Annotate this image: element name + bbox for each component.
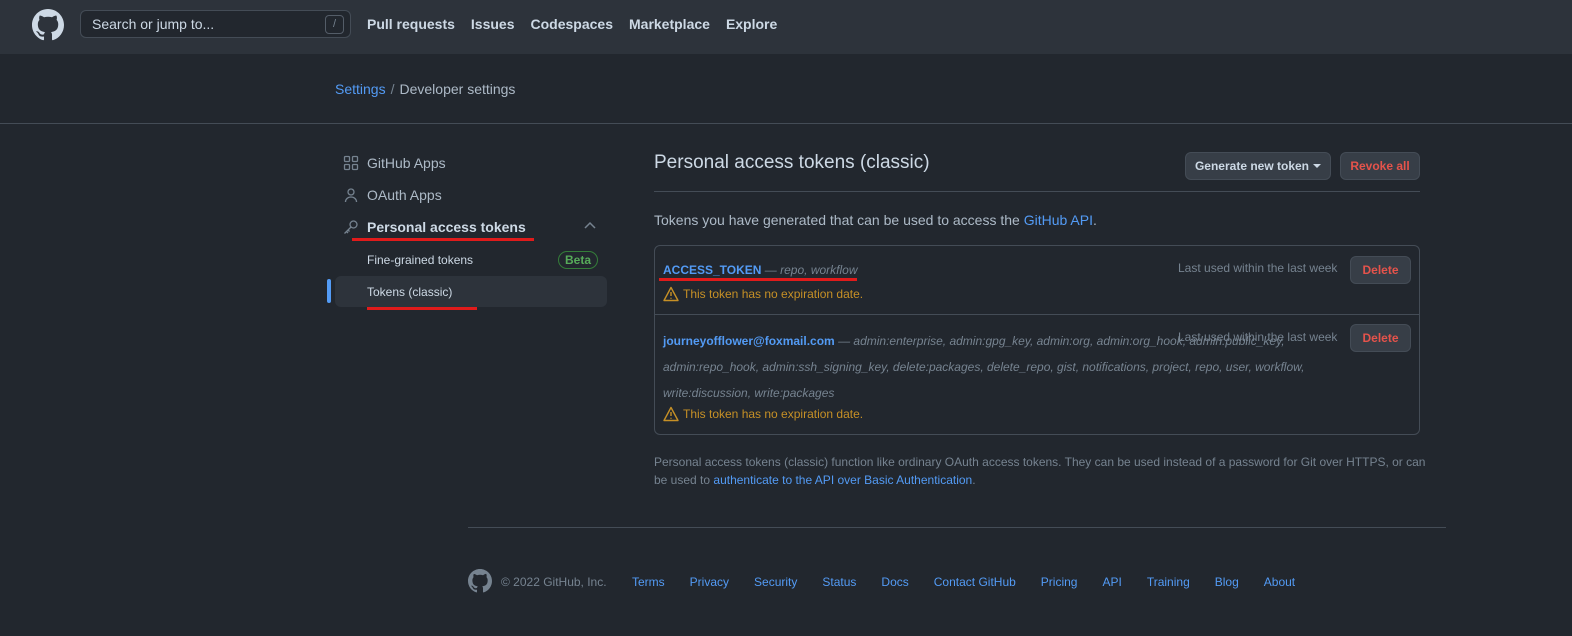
alert-icon bbox=[663, 286, 679, 302]
footnote-end: . bbox=[972, 473, 976, 487]
nav-codespaces[interactable]: Codespaces bbox=[531, 16, 613, 32]
github-logo-icon[interactable] bbox=[468, 569, 492, 593]
footer-link-training[interactable]: Training bbox=[1147, 575, 1190, 589]
sidebar-item-label: Fine-grained tokens bbox=[367, 252, 474, 267]
page-title: Personal access tokens (classic) bbox=[654, 152, 930, 173]
nav-pull-requests[interactable]: Pull requests bbox=[367, 16, 455, 32]
sidebar-item-oauth-apps[interactable]: OAuth Apps bbox=[335, 180, 607, 210]
footer-link-about[interactable]: About bbox=[1264, 575, 1295, 589]
annotation-underline bbox=[367, 307, 477, 310]
footer-divider bbox=[468, 527, 1446, 528]
footer-link-security[interactable]: Security bbox=[754, 575, 797, 589]
search-input[interactable]: Search or jump to... / bbox=[80, 10, 351, 38]
title-divider bbox=[654, 191, 1420, 192]
token-list: ACCESS_TOKEN — repo, workflow Last used … bbox=[654, 245, 1420, 435]
generate-new-token-button[interactable]: Generate new token bbox=[1185, 152, 1331, 180]
footer-links: Terms Privacy Security Status Docs Conta… bbox=[632, 575, 1320, 589]
footer-link-api[interactable]: API bbox=[1102, 575, 1121, 589]
footer-link-docs[interactable]: Docs bbox=[881, 575, 908, 589]
footer-link-terms[interactable]: Terms bbox=[632, 575, 665, 589]
footnote-text: Personal access tokens (classic) functio… bbox=[654, 453, 1429, 489]
generate-new-token-label: Generate new token bbox=[1194, 159, 1310, 173]
beta-badge: Beta bbox=[557, 251, 598, 269]
global-nav: Pull requests Issues Codespaces Marketpl… bbox=[367, 16, 777, 32]
sidebar-item-tokens-classic[interactable]: Tokens (classic) bbox=[335, 276, 607, 307]
breadcrumb-current: Developer settings bbox=[399, 81, 516, 97]
token-warning-text: This token has no expiration date. bbox=[683, 287, 864, 301]
github-api-link[interactable]: GitHub API bbox=[1024, 212, 1093, 228]
intro-suffix: . bbox=[1092, 212, 1097, 228]
token-name-link[interactable]: ACCESS_TOKEN bbox=[663, 263, 761, 277]
alert-icon bbox=[663, 406, 679, 422]
sidebar-item-label: GitHub Apps bbox=[367, 155, 446, 171]
delete-token-button[interactable]: Delete bbox=[1350, 324, 1411, 352]
sidebar-item-github-apps[interactable]: GitHub Apps bbox=[335, 148, 607, 178]
annotation-underline bbox=[659, 278, 857, 281]
nav-explore[interactable]: Explore bbox=[726, 16, 777, 32]
delete-token-button[interactable]: Delete bbox=[1350, 256, 1411, 284]
footer-link-status[interactable]: Status bbox=[822, 575, 856, 589]
copyright: © 2022 GitHub, Inc. bbox=[501, 575, 607, 589]
nav-issues[interactable]: Issues bbox=[471, 16, 515, 32]
sidebar-item-label: OAuth Apps bbox=[367, 187, 442, 203]
github-logo-icon[interactable] bbox=[32, 9, 64, 41]
key-icon bbox=[344, 220, 358, 234]
token-row: journeyofflower@foxmail.com — admin:ente… bbox=[655, 315, 1419, 435]
breadcrumb-separator: / bbox=[390, 81, 395, 97]
token-warning: This token has no expiration date. bbox=[663, 286, 863, 302]
caret-down-icon bbox=[1313, 164, 1322, 168]
annotation-underline bbox=[352, 238, 534, 241]
token-last-used: Last used within the last week bbox=[1178, 261, 1338, 275]
apps-grid-icon bbox=[343, 155, 359, 171]
breadcrumb: Settings / Developer settings bbox=[335, 81, 515, 97]
token-scopes: — repo, workflow bbox=[761, 263, 858, 277]
token-last-used: Last used within the last week bbox=[1178, 330, 1338, 344]
token-warning-text: This token has no expiration date. bbox=[683, 407, 864, 421]
revoke-all-button[interactable]: Revoke all bbox=[1340, 152, 1420, 180]
chevron-up-icon[interactable] bbox=[583, 219, 597, 233]
page-subheader: Settings / Developer settings bbox=[0, 54, 1572, 124]
person-icon bbox=[344, 188, 358, 203]
token-name-link[interactable]: journeyofflower@foxmail.com bbox=[663, 334, 835, 348]
footer-link-contact[interactable]: Contact GitHub bbox=[934, 575, 1016, 589]
sidebar-item-fine-grained-tokens[interactable]: Fine-grained tokens Beta bbox=[335, 244, 607, 275]
intro-prefix: Tokens you have generated that can be us… bbox=[654, 212, 1024, 228]
top-navbar: Search or jump to... / Pull requests Iss… bbox=[0, 0, 1572, 54]
basic-auth-link[interactable]: authenticate to the API over Basic Authe… bbox=[713, 473, 972, 487]
active-indicator bbox=[327, 279, 331, 303]
footer-link-blog[interactable]: Blog bbox=[1215, 575, 1239, 589]
footer-link-pricing[interactable]: Pricing bbox=[1041, 575, 1078, 589]
token-warning: This token has no expiration date. bbox=[663, 406, 863, 422]
sidebar-item-label: Tokens (classic) bbox=[367, 284, 453, 299]
token-header: ACCESS_TOKEN — repo, workflow bbox=[663, 261, 858, 277]
footer-link-privacy[interactable]: Privacy bbox=[690, 575, 729, 589]
sidebar-item-label: Personal access tokens bbox=[367, 219, 526, 235]
search-shortcut-key: / bbox=[325, 15, 344, 34]
breadcrumb-settings-link[interactable]: Settings bbox=[335, 81, 386, 97]
nav-marketplace[interactable]: Marketplace bbox=[629, 16, 710, 32]
intro-text: Tokens you have generated that can be us… bbox=[654, 212, 1097, 228]
search-placeholder: Search or jump to... bbox=[92, 16, 215, 32]
